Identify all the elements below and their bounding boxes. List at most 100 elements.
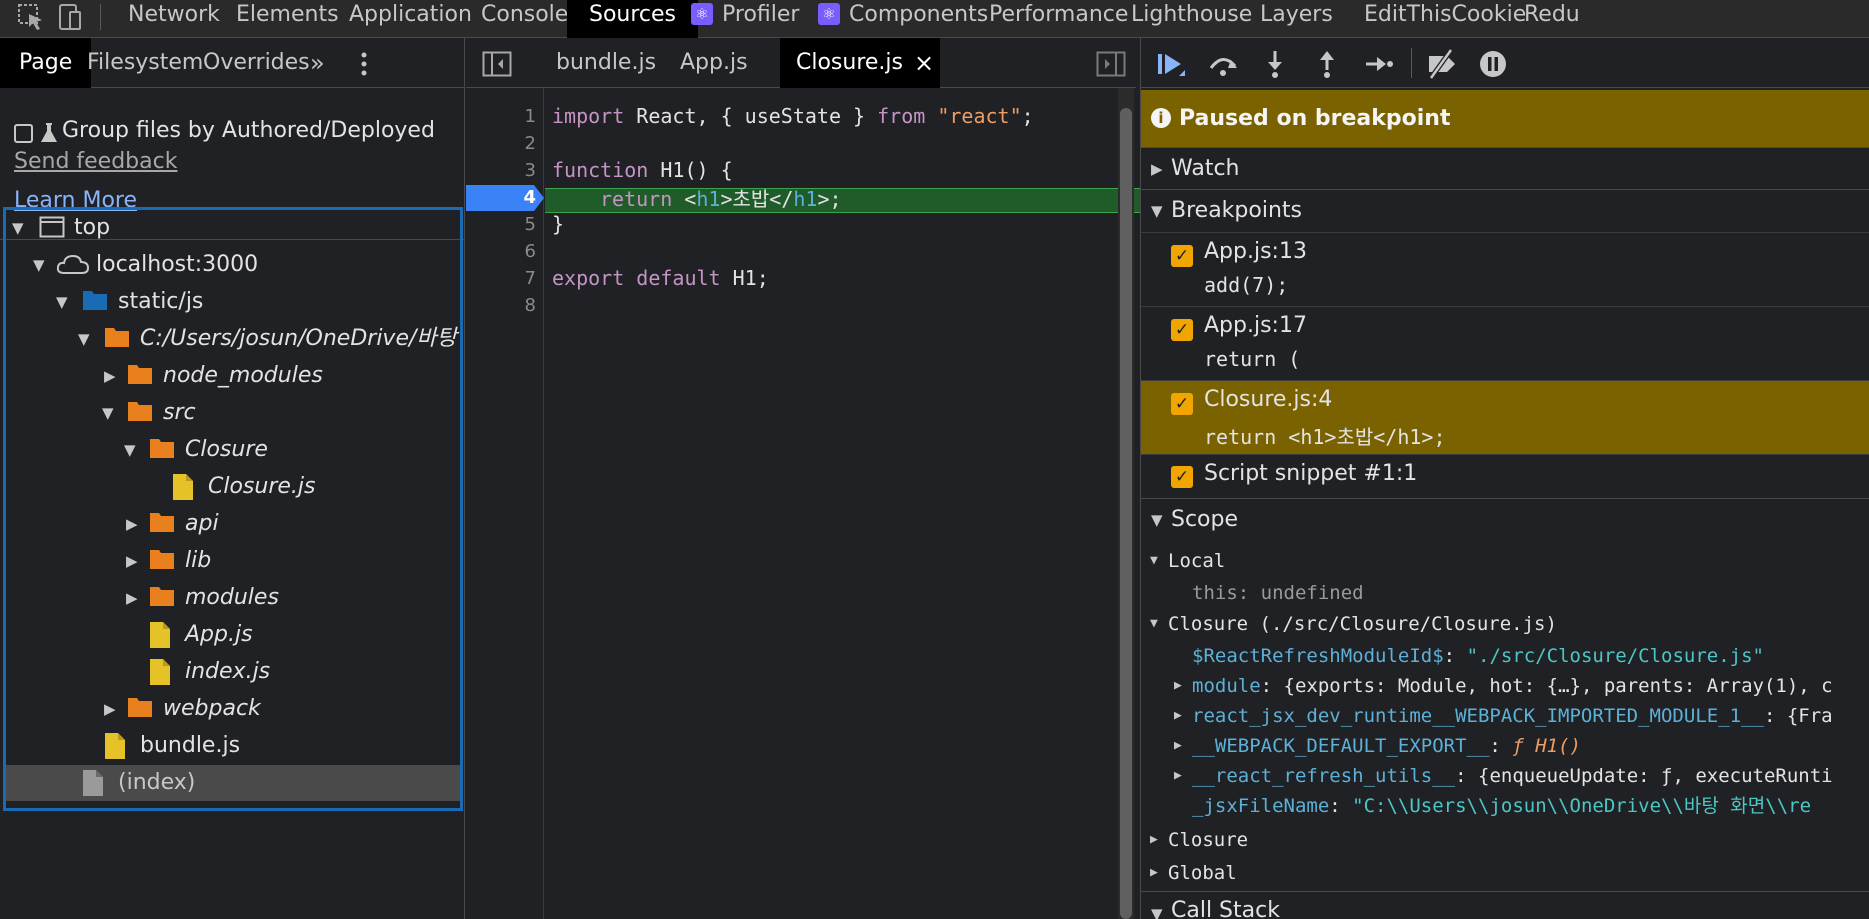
expanded-arrow-icon[interactable]: ▼	[1151, 896, 1171, 919]
collapsed-arrow-icon[interactable]: ▶	[104, 358, 124, 394]
collapsed-arrow-icon[interactable]: ▶	[1150, 858, 1164, 888]
editor-tab-bundle-js[interactable]: bundle.js	[536, 38, 676, 88]
line-number-active[interactable]: 4	[466, 184, 536, 211]
line-number[interactable]: 1	[466, 103, 536, 130]
tree-item-top[interactable]: ▼ top	[6, 210, 460, 246]
line-number[interactable]: 3	[466, 157, 536, 184]
collapsed-arrow-icon[interactable]: ▶	[1174, 701, 1188, 731]
expanded-arrow-icon[interactable]: ▼	[78, 321, 98, 357]
tree-item-app-js[interactable]: App.js	[6, 617, 460, 653]
section-scope[interactable]: ▼ Scope	[1141, 498, 1869, 540]
deactivate-breakpoints-icon[interactable]	[1425, 48, 1457, 80]
tab-lighthouse[interactable]: Lighthouse	[1131, 0, 1252, 38]
breakpoint-checkbox[interactable]: ✓	[1171, 466, 1193, 488]
tree-item-localhost[interactable]: ▼ localhost:3000	[6, 247, 460, 283]
tree-item-api[interactable]: ▶ api	[6, 506, 460, 542]
breakpoint-item-hit[interactable]: ✓ Closure.js:4 return <h1>초밥</h1>;	[1141, 380, 1869, 454]
tree-item-local-path[interactable]: ▼ C:/Users/josun/OneDrive/바탕 화	[6, 321, 460, 357]
collapsed-arrow-icon[interactable]: ▶	[126, 580, 146, 616]
expanded-arrow-icon[interactable]: ▼	[1151, 502, 1171, 538]
resume-icon[interactable]	[1155, 48, 1187, 80]
step-out-icon[interactable]	[1311, 48, 1343, 80]
editor-tab-app-js[interactable]: App.js	[660, 38, 768, 88]
tab-redux[interactable]: Redu	[1524, 0, 1580, 38]
collapsed-arrow-icon[interactable]: ▶	[1151, 151, 1171, 187]
tab-editthiscookie[interactable]: EditThisCookie	[1364, 0, 1526, 38]
expanded-arrow-icon[interactable]: ▼	[1151, 193, 1171, 229]
collapsed-arrow-icon[interactable]: ▶	[1174, 671, 1188, 701]
device-toolbar-icon[interactable]	[56, 2, 86, 32]
pause-on-exceptions-icon[interactable]	[1477, 48, 1509, 80]
tab-elements[interactable]: Elements	[236, 0, 339, 38]
tab-application[interactable]: Application	[349, 0, 472, 38]
tab-components[interactable]: ⚛ Components	[818, 0, 988, 38]
scope-global[interactable]: ▶ Global	[1150, 858, 1237, 888]
step-into-icon[interactable]	[1259, 48, 1291, 80]
tree-item-static-js[interactable]: ▼ static/js	[6, 284, 460, 320]
scope-property[interactable]: ▶ __WEBPACK_DEFAULT_EXPORT__: ƒ H1()	[1174, 731, 1581, 761]
editor-tab-closure-js[interactable]: Closure.js ×	[780, 38, 940, 88]
line-number[interactable]: 2	[466, 130, 536, 157]
breakpoint-checkbox[interactable]: ✓	[1171, 319, 1193, 341]
tree-item-closure-js[interactable]: Closure.js	[6, 469, 460, 505]
expanded-arrow-icon[interactable]: ▼	[56, 284, 76, 320]
tab-page[interactable]: Page	[0, 38, 92, 88]
scope-property[interactable]: ▶ react_jsx_dev_runtime__WEBPACK_IMPORTED…	[1174, 701, 1833, 731]
kebab-menu-icon[interactable]	[356, 51, 372, 77]
more-tabs-icon[interactable]: »	[310, 38, 325, 88]
breakpoint-item[interactable]: ✓ App.js:17 return (	[1141, 306, 1869, 380]
expanded-arrow-icon[interactable]: ▼	[12, 210, 32, 246]
tree-item-src[interactable]: ▼ src	[6, 395, 460, 431]
tree-item-index[interactable]: (index)	[6, 765, 460, 801]
tab-filesystem[interactable]: Filesystem	[87, 38, 203, 88]
tab-console[interactable]: Console	[481, 0, 568, 38]
tree-item-lib[interactable]: ▶ lib	[6, 543, 460, 579]
scope-closure[interactable]: ▼ Closure (./src/Closure/Closure.js)	[1150, 609, 1557, 639]
breakpoint-checkbox[interactable]: ✓	[1171, 393, 1193, 415]
expanded-arrow-icon[interactable]: ▼	[1150, 609, 1164, 639]
tab-sources[interactable]: Sources	[567, 0, 699, 38]
collapsed-arrow-icon[interactable]: ▶	[126, 506, 146, 542]
collapsed-arrow-icon[interactable]: ▶	[126, 543, 146, 579]
scrollbar-thumb[interactable]	[1120, 108, 1132, 919]
line-number[interactable]: 6	[466, 238, 536, 265]
scope-property[interactable]: ▶ module: {exports: Module, hot: {…}, par…	[1174, 671, 1833, 701]
tree-item-modules[interactable]: ▶ modules	[6, 580, 460, 616]
tree-item-webpack[interactable]: ▶ webpack	[6, 691, 460, 727]
breakpoint-item[interactable]: ✓ App.js:13 add(7);	[1141, 232, 1869, 306]
section-call-stack[interactable]: ▼ Call Stack	[1141, 891, 1869, 919]
scope-property[interactable]: ▶ __react_refresh_utils__: {enqueueUpdate…	[1174, 761, 1833, 791]
collapsed-arrow-icon[interactable]: ▶	[104, 691, 124, 727]
expanded-arrow-icon[interactable]: ▼	[1150, 546, 1164, 576]
step-icon[interactable]	[1363, 48, 1395, 80]
toggle-debugger-icon[interactable]	[1096, 51, 1126, 77]
tree-item-node-modules[interactable]: ▶ node_modules	[6, 358, 460, 394]
expanded-arrow-icon[interactable]: ▼	[124, 432, 144, 468]
tab-network[interactable]: Network	[128, 0, 220, 38]
collapsed-arrow-icon[interactable]: ▶	[1174, 761, 1188, 791]
line-number[interactable]: 5	[466, 211, 536, 238]
section-watch[interactable]: ▶ Watch	[1141, 147, 1869, 189]
group-files-checkbox[interactable]	[14, 124, 33, 143]
tab-overrides[interactable]: Overrides	[203, 38, 310, 88]
section-breakpoints[interactable]: ▼ Breakpoints	[1141, 189, 1869, 231]
step-over-icon[interactable]	[1207, 48, 1239, 80]
expanded-arrow-icon[interactable]: ▼	[33, 247, 53, 283]
scope-local[interactable]: ▼ Local	[1150, 546, 1225, 576]
scope-closure-2[interactable]: ▶ Closure	[1150, 825, 1248, 855]
tree-item-bundle-js[interactable]: bundle.js	[6, 728, 460, 764]
tab-layers[interactable]: Layers	[1260, 0, 1333, 38]
close-icon[interactable]: ×	[914, 38, 934, 88]
breakpoint-checkbox[interactable]: ✓	[1171, 245, 1193, 267]
breakpoint-item[interactable]: ✓ Script snippet #1:1	[1141, 454, 1869, 498]
tab-profiler[interactable]: ⚛ Profiler	[691, 0, 799, 38]
line-number[interactable]: 8	[466, 292, 536, 319]
collapsed-arrow-icon[interactable]: ▶	[1150, 825, 1164, 855]
inspect-element-icon[interactable]	[16, 2, 46, 32]
send-feedback-link[interactable]: Send feedback	[14, 149, 177, 174]
collapsed-arrow-icon[interactable]: ▶	[1174, 731, 1188, 761]
expanded-arrow-icon[interactable]: ▼	[102, 395, 122, 431]
tab-performance[interactable]: Performance	[989, 0, 1128, 38]
toggle-navigator-icon[interactable]	[482, 51, 512, 77]
editor-scrollbar[interactable]	[1118, 88, 1134, 919]
